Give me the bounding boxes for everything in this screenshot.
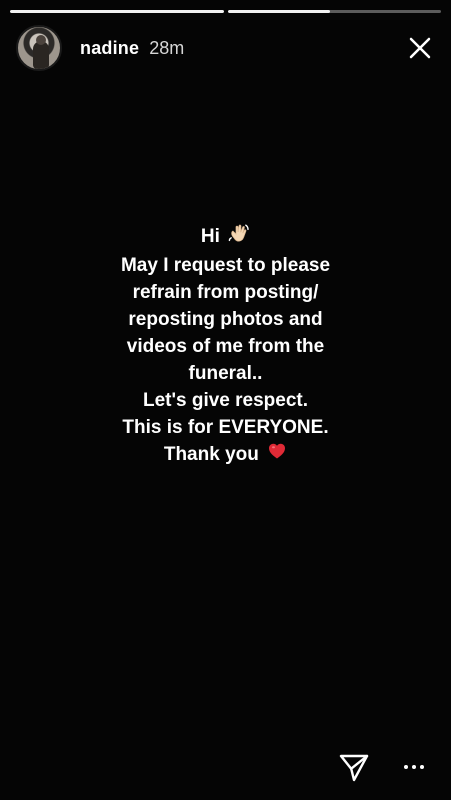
message-line: Hi xyxy=(0,222,451,252)
paper-plane-icon xyxy=(339,754,369,782)
message-line: Thank you xyxy=(0,441,451,469)
message-line: funeral.. xyxy=(188,363,263,384)
waving-hand-icon xyxy=(228,222,250,252)
red-heart-icon xyxy=(267,441,287,469)
progress-segment-1 xyxy=(10,10,224,13)
message-line: reposting photos and xyxy=(128,309,323,330)
dot-icon xyxy=(404,765,408,769)
progress-fill-2 xyxy=(227,10,330,13)
story-header: nadine 28m xyxy=(16,24,439,72)
message-line: May I request to please xyxy=(120,255,331,276)
message-line: Let's give respect. xyxy=(142,390,309,411)
story-viewer: nadine 28m Hi May I request to please re… xyxy=(0,0,451,800)
progress-fill-1 xyxy=(10,10,224,13)
message-line: videos of me from the xyxy=(126,336,325,357)
message-text: Thank you xyxy=(163,444,259,466)
avatar-figure-icon xyxy=(33,41,49,69)
avatar[interactable] xyxy=(16,25,62,71)
send-button[interactable] xyxy=(335,748,373,786)
message-line: refrain from posting/ xyxy=(132,282,319,303)
avatar-head-icon xyxy=(36,35,46,45)
progress-segment-2 xyxy=(227,10,441,13)
story-footer xyxy=(0,736,451,800)
username[interactable]: nadine xyxy=(80,38,139,59)
story-message: Hi May I request to please refrain from … xyxy=(0,222,451,469)
story-progress xyxy=(10,10,441,13)
dot-icon xyxy=(420,765,424,769)
message-text: Hi xyxy=(200,226,220,248)
dot-icon xyxy=(412,765,416,769)
close-button[interactable] xyxy=(401,29,439,67)
story-time: 28m xyxy=(149,37,185,58)
more-icon xyxy=(404,765,424,769)
close-icon xyxy=(409,37,431,59)
more-button[interactable] xyxy=(397,750,431,784)
message-line: This is for EVERYONE. xyxy=(122,417,329,438)
